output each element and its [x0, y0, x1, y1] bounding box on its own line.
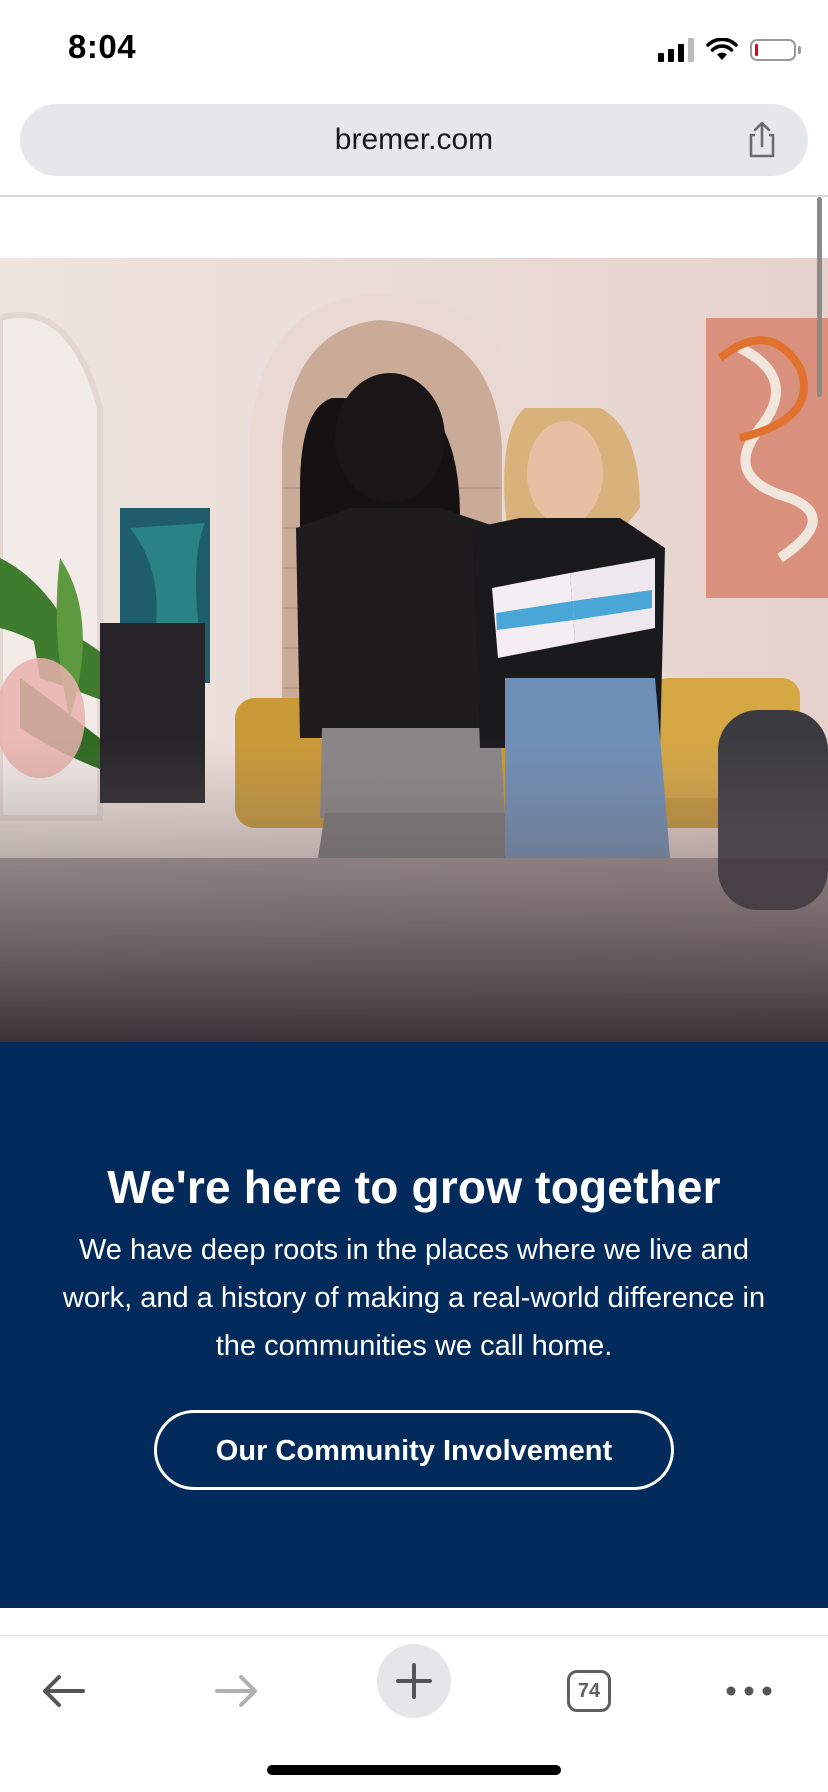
community-section: We're here to grow together We have deep…: [0, 1042, 828, 1608]
tabs-button[interactable]: 74: [544, 1646, 634, 1736]
status-bar: 8:04: [0, 0, 828, 96]
plus-icon: [396, 1663, 432, 1699]
address-bar[interactable]: bremer.com: [20, 104, 808, 176]
new-tab-button[interactable]: [377, 1644, 451, 1718]
status-icons: [658, 34, 801, 66]
forward-button[interactable]: [192, 1646, 282, 1736]
more-button[interactable]: [704, 1646, 794, 1736]
section-description: We have deep roots in the places where w…: [62, 1234, 766, 1362]
tab-count: 74: [577, 1679, 601, 1702]
url-text[interactable]: bremer.com: [20, 104, 808, 176]
share-icon[interactable]: [742, 120, 782, 160]
status-time: 8:04: [68, 28, 137, 65]
community-involvement-button[interactable]: Our Community Involvement: [154, 1410, 674, 1490]
web-content[interactable]: We're here to grow together We have deep…: [0, 197, 828, 1635]
battery-icon: [750, 39, 801, 61]
back-arrow-icon: [43, 1675, 85, 1707]
forward-arrow-icon: [215, 1675, 257, 1707]
more-dots-icon: [726, 1686, 772, 1696]
scroll-indicator: [817, 197, 822, 397]
tabs-icon: 74: [567, 1670, 611, 1712]
home-indicator[interactable]: [267, 1765, 561, 1775]
section-heading: We're here to grow together: [107, 1161, 721, 1213]
hero-image: [0, 258, 828, 1042]
wifi-icon: [706, 38, 738, 60]
cellular-signal-icon: [658, 38, 694, 62]
back-button[interactable]: [18, 1646, 108, 1736]
